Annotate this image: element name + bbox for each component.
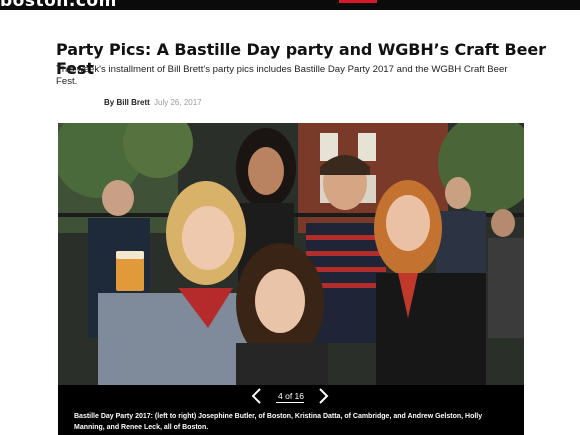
chevron-left-icon[interactable] bbox=[250, 388, 264, 404]
slide-counter: 4 of 16 bbox=[278, 391, 304, 401]
chevron-right-icon[interactable] bbox=[316, 388, 330, 404]
gallery-controls: 4 of 16 bbox=[58, 385, 524, 407]
nav-accent-tab[interactable] bbox=[339, 0, 377, 3]
photo-gallery: 4 of 16 Bastille Day Party 2017: (left t… bbox=[58, 123, 524, 435]
party-photo-illustration bbox=[58, 123, 524, 385]
publish-date: July 26, 2017 bbox=[154, 98, 202, 107]
counter-underline bbox=[276, 402, 304, 403]
article-dek: This week's installment of Bill Brett's … bbox=[56, 64, 508, 87]
author-link[interactable]: By Bill Brett bbox=[104, 98, 150, 107]
photo-caption: Bastille Day Party 2017: (left to right)… bbox=[74, 413, 483, 431]
article-byline: By Bill Brett July 26, 2017 bbox=[104, 98, 202, 107]
site-logo[interactable]: boston.com bbox=[0, 0, 117, 10]
gallery-photo[interactable] bbox=[58, 123, 524, 385]
site-header: boston.com bbox=[0, 0, 580, 10]
